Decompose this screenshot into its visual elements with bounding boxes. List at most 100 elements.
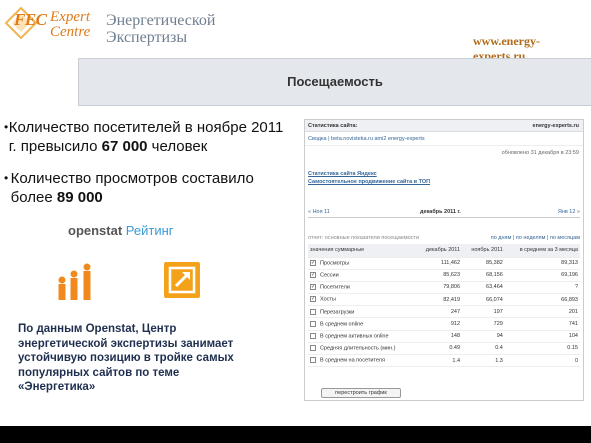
stats-site-links[interactable]: Сводка | beta.novisteka.ru ami2 energy-e… bbox=[308, 136, 425, 142]
rebuild-chart-button[interactable]: перестроить график bbox=[321, 388, 401, 398]
table-row: В среднем на посетителя 1.4 1.3 0 bbox=[308, 354, 580, 368]
org-title: Энергетической Экспертизы bbox=[106, 12, 216, 46]
row-label-cell: ✓ Хосты bbox=[308, 293, 416, 307]
stats-promo-links: Статистика сайта Яндекс Самостоятельное … bbox=[308, 170, 430, 186]
value-dec: 148 bbox=[415, 330, 463, 343]
table-row: ✓ Хосты 82,419 66,074 66,893 bbox=[308, 293, 580, 307]
value-avg: 201 bbox=[504, 305, 580, 319]
checkbox[interactable] bbox=[310, 345, 316, 352]
checkbox[interactable] bbox=[310, 308, 316, 315]
value-nov: 94 bbox=[462, 330, 505, 343]
value-avg: 69,196 bbox=[504, 269, 580, 282]
checkbox[interactable] bbox=[310, 357, 316, 364]
checkbox[interactable]: ✓ bbox=[310, 284, 316, 291]
table-row: В среднем активных online 148 94 104 bbox=[308, 330, 580, 343]
row-label-cell: ✓ Посетители bbox=[308, 281, 416, 295]
row-label-cell: В среднем на посетителя bbox=[308, 354, 416, 368]
checkbox[interactable]: ✓ bbox=[310, 296, 316, 303]
value-nov: 197 bbox=[462, 305, 505, 319]
table-row: Средняя длительность (мин.) 0.49 0.4 0.15 bbox=[308, 342, 580, 356]
value-avg: 741 bbox=[504, 317, 580, 331]
row-label: Просмотры bbox=[320, 260, 350, 267]
checkbox[interactable] bbox=[310, 332, 316, 339]
bullet-value: 89 000 bbox=[56, 189, 103, 206]
openstat-rating-logo[interactable]: openstat Рейтинг bbox=[68, 223, 174, 238]
row-label: В среднем online bbox=[320, 321, 364, 328]
checkbox[interactable]: ✓ bbox=[310, 272, 316, 279]
value-nov: 85,382 bbox=[462, 257, 505, 270]
value-dec: 85,623 bbox=[415, 269, 463, 282]
row-label: Средняя длительность (мин.) bbox=[320, 345, 396, 352]
table-row: ✓ Посетители 79,806 63,464? bbox=[308, 281, 580, 295]
logo: FEC Expert Centre bbox=[0, 0, 100, 50]
table-row: В среднем online 912 729 741 bbox=[308, 317, 580, 331]
bullet-list: • Количество посетителей в ноябре 2011 г… bbox=[4, 118, 294, 220]
logo-text-expert-centre: Expert Centre bbox=[50, 9, 91, 40]
stats-title: Статистика сайта: bbox=[308, 123, 358, 129]
row-label-cell: Средняя длительность (мин.) bbox=[308, 342, 416, 356]
row-label: Хосты bbox=[320, 296, 336, 303]
value-avg: 0.15 bbox=[504, 342, 580, 356]
value-avg: 104 bbox=[504, 330, 580, 343]
link-self-promotion[interactable]: Самостоятельное продвижение сайта в ТОП bbox=[308, 178, 430, 186]
period-tabs[interactable]: по дням | по неделям | по месяцам bbox=[491, 235, 580, 241]
month-nav: « Ноя 11 декабрь 2011 г. Янв 12 » bbox=[308, 208, 580, 218]
value-avg: ? bbox=[504, 281, 580, 295]
bullet-visitors: • Количество посетителей в ноябре 2011 г… bbox=[4, 118, 294, 156]
report-title: отчет: основные показатели посещаемости bbox=[308, 235, 420, 241]
table-row: ✓ Просмотры 111,462 85,382 89,313 bbox=[308, 257, 580, 270]
value-dec: 0.49 bbox=[415, 342, 463, 356]
value-dec: 1.4 bbox=[415, 354, 463, 368]
bullet-text: Количество просмотров составило более bbox=[10, 170, 254, 206]
row-label: Сессии bbox=[320, 272, 339, 279]
value-avg: 66,893 bbox=[504, 293, 580, 307]
external-arrow-icon bbox=[164, 262, 200, 298]
value-nov: 0.4 bbox=[462, 342, 505, 356]
nav-prev-month[interactable]: « Ноя 11 bbox=[308, 209, 330, 215]
row-label-cell: В среднем активных online bbox=[308, 330, 416, 343]
row-label-cell: ✓ Просмотры bbox=[308, 257, 416, 270]
value-nov: 66,074 bbox=[462, 293, 505, 307]
value-nov: 63,464 bbox=[462, 281, 505, 295]
row-label-cell: ✓ Сессии bbox=[308, 269, 416, 282]
table-row: ✓ Сессии 85,623 68,156 69,196 bbox=[308, 269, 580, 282]
value-avg: 0 bbox=[504, 354, 580, 368]
checkbox[interactable]: ✓ bbox=[310, 259, 316, 266]
checkbox[interactable] bbox=[310, 320, 316, 327]
table-header-row: значения суммарные декабрь 2011 ноябрь 2… bbox=[308, 244, 580, 258]
title-band: Посещаемость bbox=[78, 58, 591, 106]
logo-text-fec: FEC bbox=[14, 10, 47, 29]
slide: FEC Expert Centre Энергетической Эксперт… bbox=[0, 0, 591, 426]
row-label: Перезагрузки bbox=[320, 309, 355, 316]
bullet-text-end: человек bbox=[147, 138, 208, 155]
value-dec: 82,419 bbox=[415, 293, 463, 307]
openstat-note: По данным Openstat, Центр энергетической… bbox=[18, 323, 234, 393]
bullet-views: • Количество просмотров составило более … bbox=[4, 169, 294, 207]
people-bars-icon bbox=[58, 263, 91, 300]
link-yandex-stats[interactable]: Статистика сайта Яндекс bbox=[308, 170, 430, 178]
report-tabs: отчет: основные показатели посещаемости … bbox=[308, 234, 580, 243]
value-dec: 79,806 bbox=[415, 281, 463, 295]
bullet-value: 67 000 bbox=[101, 138, 148, 155]
value-nov: 1.3 bbox=[462, 354, 505, 368]
nav-current-month: декабрь 2011 г. bbox=[420, 209, 461, 215]
col-header: значения суммарные bbox=[308, 244, 416, 258]
value-dec: 247 bbox=[415, 305, 463, 319]
stats-updated: обновлено 31 декабря в 23:59 bbox=[501, 150, 579, 156]
nav-next-month[interactable]: Янв 12 » bbox=[558, 209, 580, 215]
stats-links-row: Сводка | beta.novisteka.ru ami2 energy-e… bbox=[305, 132, 583, 146]
stats-site: energy-experts.ru bbox=[532, 123, 579, 129]
bullet-dot-icon: • bbox=[4, 171, 9, 185]
stats-table: значения суммарные декабрь 2011 ноябрь 2… bbox=[308, 244, 580, 368]
col-header: в среднем за 3 месяца bbox=[504, 244, 580, 258]
rating-brand: openstat bbox=[68, 223, 123, 238]
table-row: Перезагрузки 247 197 201 bbox=[308, 305, 580, 319]
value-avg: 89,313 bbox=[504, 257, 580, 270]
stats-screenshot: Статистика сайта: energy-experts.ru Свод… bbox=[304, 119, 584, 401]
row-label: В среднем активных online bbox=[320, 333, 389, 340]
row-label-cell: В среднем online bbox=[308, 317, 416, 331]
value-dec: 912 bbox=[415, 317, 463, 331]
stats-header: Статистика сайта: energy-experts.ru bbox=[305, 120, 583, 132]
col-header: декабрь 2011 bbox=[415, 244, 463, 258]
col-header: ноябрь 2011 bbox=[462, 244, 505, 258]
